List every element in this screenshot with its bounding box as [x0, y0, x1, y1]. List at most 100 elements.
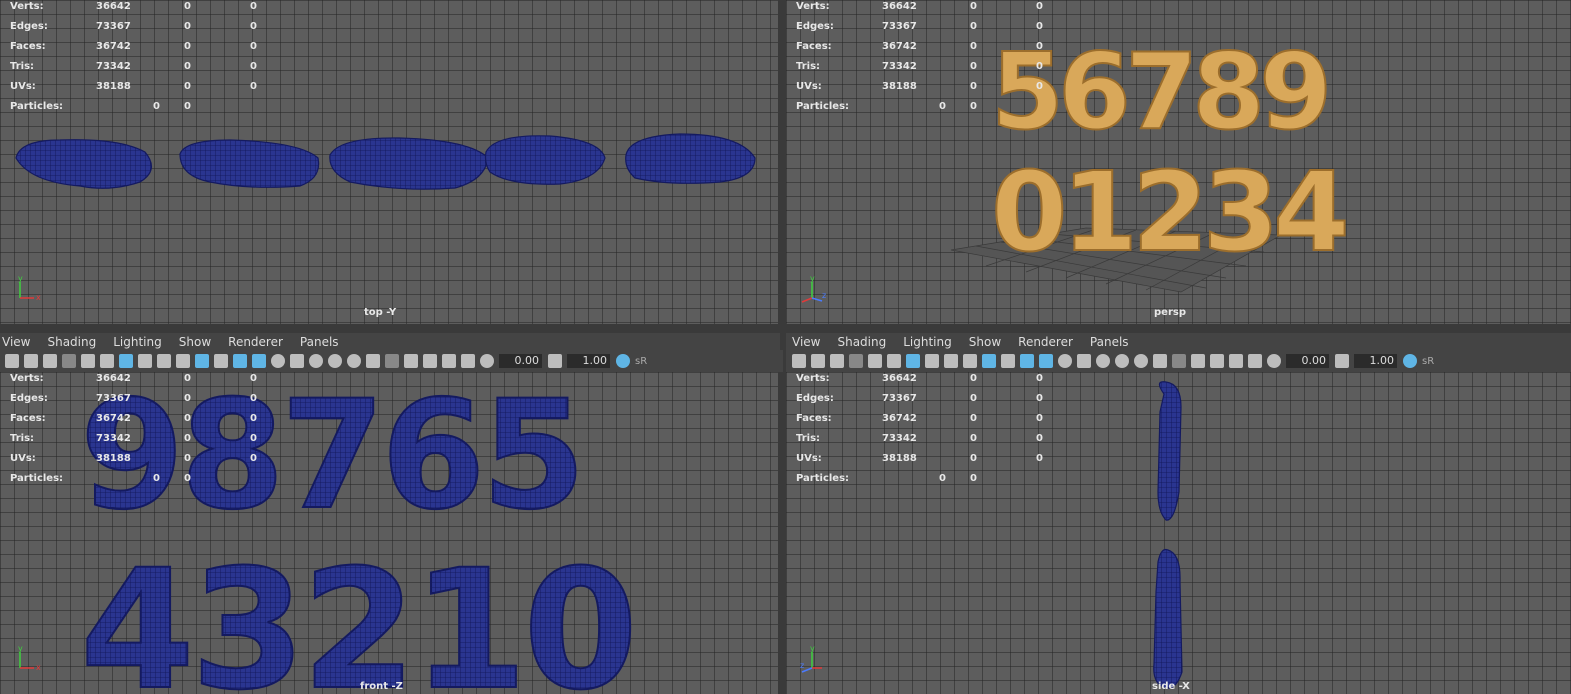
menu-show[interactable]: Show: [969, 335, 1001, 349]
menu-shading[interactable]: Shading: [837, 335, 886, 349]
axis-y-label: y: [810, 276, 815, 283]
toolbar-tool-icon[interactable]: [195, 354, 209, 368]
toolbar-tool-icon[interactable]: [868, 354, 882, 368]
hud-label: Faces:: [10, 413, 46, 424]
hud-value: 73342: [882, 61, 917, 72]
viewport-front[interactable]: Verts: 36642 0 0 Edges: 73367 0 0 Faces: 36742 0 0 T…: [0, 372, 778, 694]
hud-value: 0: [970, 1, 977, 12]
hud-value: 38188: [882, 453, 917, 464]
toolbar-tool-icon[interactable]: [347, 354, 361, 368]
exposure-icon[interactable]: [1335, 354, 1349, 368]
menu-shading[interactable]: Shading: [47, 335, 96, 349]
toolbar-tool-icon[interactable]: [1153, 354, 1167, 368]
gamma-input[interactable]: 0.00: [499, 354, 542, 368]
toolbar-tool-icon[interactable]: [1001, 354, 1015, 368]
hud-value: 0: [939, 473, 946, 484]
toolbar-tool-icon[interactable]: [830, 354, 844, 368]
toolbar-tool-icon[interactable]: [423, 354, 437, 368]
menu-view[interactable]: View: [2, 335, 30, 349]
toolbar-tool-icon[interactable]: [1172, 354, 1186, 368]
toolbar-tool-icon[interactable]: [100, 354, 114, 368]
toolbar-tool-icon[interactable]: [1096, 354, 1110, 368]
menu-lighting[interactable]: Lighting: [903, 335, 952, 349]
hud-value: 73367: [96, 393, 131, 404]
hud-value: 0: [1036, 61, 1043, 72]
toolbar-tool-icon[interactable]: [963, 354, 977, 368]
toolbar-tool-icon[interactable]: [5, 354, 19, 368]
toolbar-tool-icon[interactable]: [944, 354, 958, 368]
toolbar-tool-icon[interactable]: [252, 354, 266, 368]
viewport-top[interactable]: Verts: 36642 0 0 Edges: 73367 0 0 Faces: 36742 0 0 T…: [0, 0, 778, 324]
toolbar-tool-icon[interactable]: [385, 354, 399, 368]
toolbar-tool-icon[interactable]: [271, 354, 285, 368]
hud-label: Faces:: [796, 413, 832, 424]
toolbar-tool-icon[interactable]: [81, 354, 95, 368]
toolbar-tool-icon[interactable]: [43, 354, 57, 368]
toolbar-tool-icon[interactable]: [1134, 354, 1148, 368]
toolbar-tool-icon[interactable]: [290, 354, 304, 368]
viewport-side[interactable]: Verts: 36642 0 0 Edges: 73367 0 0 Faces: 36742 0 0 T…: [786, 372, 1571, 694]
color-management-toggle-icon[interactable]: [1403, 354, 1417, 368]
hud-label: Edges:: [796, 393, 834, 404]
toolbar-tool-icon[interactable]: [328, 354, 342, 368]
toolbar-tool-icon[interactable]: [309, 354, 323, 368]
gamma-input[interactable]: 0.00: [1286, 354, 1329, 368]
toolbar-tool-icon[interactable]: [24, 354, 38, 368]
menu-show[interactable]: Show: [179, 335, 211, 349]
toolbar-tool-icon[interactable]: [1115, 354, 1129, 368]
menu-view[interactable]: View: [792, 335, 820, 349]
menu-panels[interactable]: Panels: [300, 335, 339, 349]
toolbar-tool-icon[interactable]: [62, 354, 76, 368]
hud-value: 0: [939, 101, 946, 112]
exposure-input[interactable]: 1.00: [1354, 354, 1397, 368]
menu-renderer[interactable]: Renderer: [1018, 335, 1073, 349]
toolbar-tool-icon[interactable]: [1229, 354, 1243, 368]
toolbar-tool-icon[interactable]: [925, 354, 939, 368]
hud-value: 73367: [96, 21, 131, 32]
menu-renderer[interactable]: Renderer: [228, 335, 283, 349]
toolbar-tool-icon[interactable]: [1039, 354, 1053, 368]
hud-value: 36742: [96, 41, 131, 52]
toolbar-tool-icon[interactable]: [138, 354, 152, 368]
toolbar-tool-icon[interactable]: [887, 354, 901, 368]
toolbar-tool-icon[interactable]: [1248, 354, 1262, 368]
toolbar-tool-icon[interactable]: [461, 354, 475, 368]
hud-value: 0: [184, 473, 191, 484]
hud-value: 0: [184, 453, 191, 464]
toolbar-tool-icon[interactable]: [480, 354, 494, 368]
toolbar-tool-icon[interactable]: [792, 354, 806, 368]
toolbar-tool-icon[interactable]: [1058, 354, 1072, 368]
toolbar-tool-icon[interactable]: [157, 354, 171, 368]
toolbar-tool-icon[interactable]: [366, 354, 380, 368]
toolbar-tool-icon[interactable]: [404, 354, 418, 368]
menu-panels[interactable]: Panels: [1090, 335, 1129, 349]
toolbar-tool-icon[interactable]: [1077, 354, 1091, 368]
toolbar-tool-icon[interactable]: [442, 354, 456, 368]
viewport-persp[interactable]: Verts: 36642 0 0 Edges: 73367 0 0 Faces: 36742 0 0 T…: [786, 0, 1571, 324]
axis-gizmo: yz: [800, 646, 828, 674]
toolbar-tool-icon[interactable]: [1020, 354, 1034, 368]
toolbar-tool-icon[interactable]: [233, 354, 247, 368]
hud-value: 0: [184, 61, 191, 72]
hud-value: 0: [970, 81, 977, 92]
toolbar-tool-icon[interactable]: [214, 354, 228, 368]
exposure-icon[interactable]: [548, 354, 562, 368]
exposure-input[interactable]: 1.00: [567, 354, 610, 368]
menu-lighting[interactable]: Lighting: [113, 335, 162, 349]
toolbar-tool-icon[interactable]: [1267, 354, 1281, 368]
toolbar-tool-icon[interactable]: [849, 354, 863, 368]
hud-value: 38188: [96, 81, 131, 92]
toolbar-tool-icon[interactable]: [119, 354, 133, 368]
hud-value: 73342: [882, 433, 917, 444]
toolbar-tool-icon[interactable]: [982, 354, 996, 368]
hud-label: Particles:: [796, 101, 850, 112]
hud-label: Particles:: [10, 101, 64, 112]
pane-divider-horizontal[interactable]: [0, 324, 1571, 333]
hud-value: 0: [1036, 453, 1043, 464]
toolbar-tool-icon[interactable]: [176, 354, 190, 368]
toolbar-tool-icon[interactable]: [1191, 354, 1205, 368]
toolbar-tool-icon[interactable]: [811, 354, 825, 368]
color-management-toggle-icon[interactable]: [616, 354, 630, 368]
toolbar-tool-icon[interactable]: [906, 354, 920, 368]
toolbar-tool-icon[interactable]: [1210, 354, 1224, 368]
